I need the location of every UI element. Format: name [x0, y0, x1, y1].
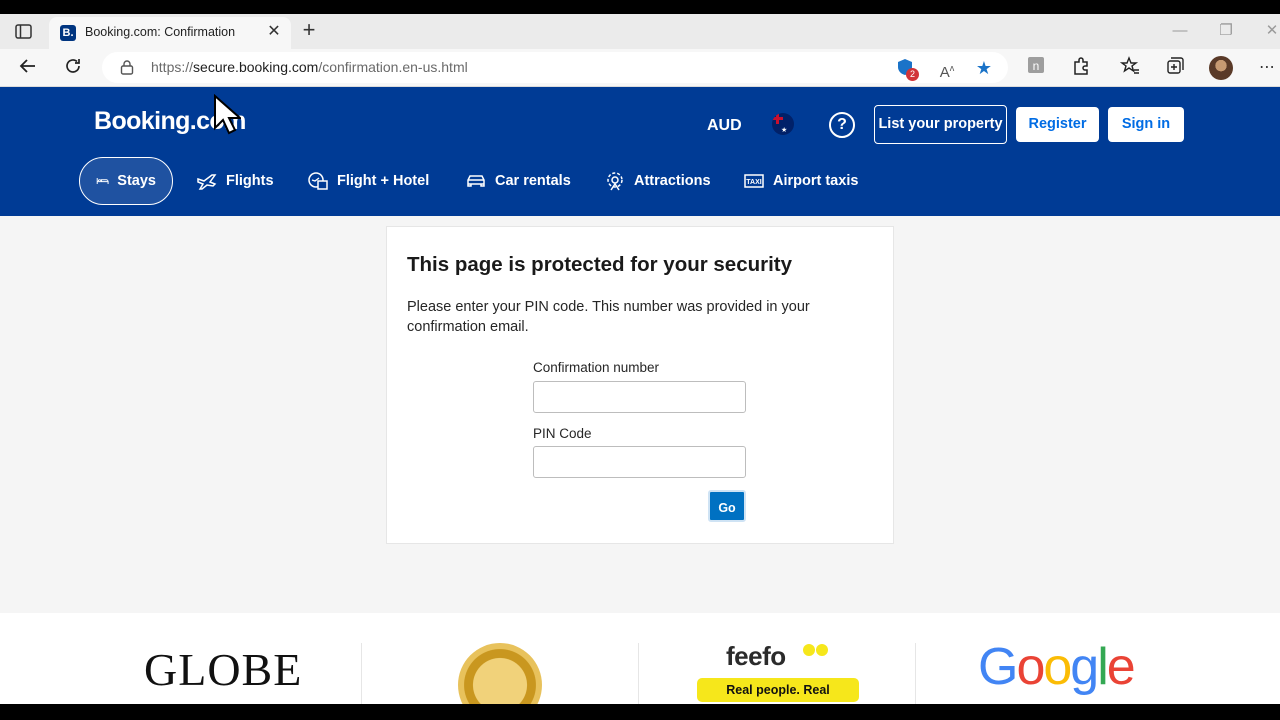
lock-icon[interactable] [120, 59, 134, 75]
go-button[interactable]: Go [708, 490, 746, 522]
bed-icon [96, 177, 109, 185]
nav-car-rentals[interactable]: Car rentals [449, 157, 587, 205]
mouse-cursor-icon [214, 94, 241, 135]
more-options-icon[interactable]: ⋯ [1255, 56, 1279, 80]
form-description: Please enter your PIN code. This number … [407, 299, 810, 335]
close-window-icon[interactable]: ✕ [1260, 20, 1280, 42]
extension-n-icon[interactable]: n [1024, 56, 1048, 80]
pin-code-input[interactable] [533, 446, 746, 478]
extensions-puzzle-icon[interactable] [1069, 56, 1093, 80]
pin-code-label: PIN Code [533, 426, 592, 441]
sign-in-button[interactable]: Sign in [1108, 107, 1184, 142]
nav-attractions[interactable]: Attractions [588, 157, 727, 205]
address-bar[interactable]: https://secure.booking.com/confirmation.… [102, 52, 1008, 83]
flight-hotel-icon [308, 172, 328, 190]
svg-text:n: n [1033, 59, 1040, 73]
pin-form-card: This page is protected for your security… [386, 226, 894, 544]
profile-avatar[interactable] [1209, 56, 1233, 80]
minimize-icon[interactable]: — [1168, 20, 1192, 42]
refresh-icon[interactable] [61, 56, 85, 80]
nav-flights[interactable]: Flights [180, 157, 290, 205]
nav-flight-hotel[interactable]: Flight + Hotel [291, 157, 445, 205]
url-text[interactable]: https://secure.booking.com/confirmation.… [151, 59, 468, 75]
new-tab-icon[interactable]: + [298, 19, 320, 42]
divider [361, 643, 362, 704]
plane-icon [197, 174, 217, 190]
taxi-icon: TAXI [744, 174, 764, 188]
divider [638, 643, 639, 704]
nav-airport-taxis[interactable]: TAXI Airport taxis [727, 157, 874, 205]
browser-tab[interactable]: B. Booking.com: Confirmation ✕ [49, 17, 291, 49]
car-icon [467, 175, 485, 187]
attractions-icon [607, 172, 623, 191]
svg-text:TAXI: TAXI [746, 179, 761, 186]
help-icon[interactable]: ? [829, 112, 855, 138]
feefo-dots-icon [803, 644, 828, 656]
feefo-tagline: Real people. Real opinions. [697, 678, 859, 702]
booking-header: Booking.com AUD ★ ? List your property R… [0, 87, 1280, 216]
register-button[interactable]: Register [1016, 107, 1099, 142]
read-aloud-icon[interactable]: Aʌ [936, 57, 958, 81]
tab-title: Booking.com: Confirmation [85, 25, 236, 39]
main-content: This page is protected for your security… [0, 216, 1280, 613]
google-logo: Google [978, 638, 1136, 696]
nav-stays[interactable]: Stays [79, 157, 173, 205]
tab-actions-icon[interactable] [14, 23, 34, 41]
world-travel-awards-logo [458, 643, 542, 704]
favorite-star-icon[interactable]: ★ [973, 57, 995, 79]
confirmation-number-input[interactable] [533, 381, 746, 413]
tab-strip: B. Booking.com: Confirmation ✕ + — ❐ ✕ [0, 14, 1280, 49]
close-tab-icon[interactable]: ✕ [265, 23, 283, 41]
confirmation-number-label: Confirmation number [533, 360, 660, 375]
booking-favicon-icon: B. [60, 25, 76, 41]
feefo-logo: feefo [726, 641, 786, 671]
partner-logos: GLOBE feefo Real people. Real opinions. … [0, 613, 1280, 704]
favorites-icon[interactable] [1118, 56, 1142, 80]
back-icon[interactable] [16, 56, 40, 80]
extension-shield-icon[interactable]: 2 [894, 57, 919, 81]
globe-logo: GLOBE [144, 644, 303, 695]
list-property-button[interactable]: List your property [874, 105, 1007, 144]
collections-icon[interactable] [1163, 56, 1187, 80]
restore-icon[interactable]: ❐ [1214, 20, 1238, 42]
divider [915, 643, 916, 704]
australia-flag-icon[interactable]: ★ [772, 113, 794, 135]
currency-selector[interactable]: AUD [707, 117, 742, 135]
page-title: This page is protected for your security [407, 253, 793, 276]
browser-window: B. Booking.com: Confirmation ✕ + — ❐ ✕ h… [0, 14, 1280, 704]
browser-toolbar: https://secure.booking.com/confirmation.… [0, 49, 1280, 87]
